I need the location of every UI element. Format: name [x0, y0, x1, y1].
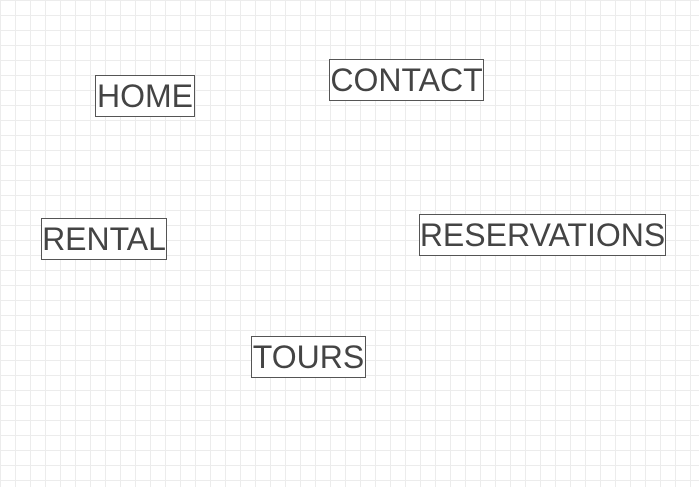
node-contact[interactable]: CONTACT [329, 59, 484, 101]
node-rental-label: RENTAL [42, 221, 166, 257]
node-rental[interactable]: RENTAL [41, 218, 167, 260]
node-reservations[interactable]: RESERVATIONS [419, 214, 666, 256]
node-reservations-label: RESERVATIONS [419, 217, 666, 253]
node-home[interactable]: HOME [95, 75, 195, 117]
node-contact-label: CONTACT [330, 62, 483, 98]
node-home-label: HOME [97, 78, 193, 114]
node-tours[interactable]: TOURS [251, 336, 366, 378]
node-tours-label: TOURS [252, 339, 365, 375]
diagram-canvas: HOME CONTACT RENTAL RESERVATIONS TOURS [0, 0, 699, 487]
